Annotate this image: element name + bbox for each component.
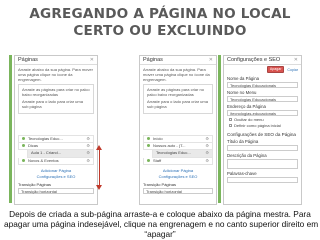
page-row-label: Aula 1 - Criand... bbox=[31, 150, 62, 155]
pages-instructions-box: Arraste as páginas para criar no palco b… bbox=[143, 84, 213, 114]
right-accent-bar bbox=[218, 55, 221, 203]
gear-icon[interactable]: ⚙ bbox=[86, 158, 90, 165]
menu-name-label: Nome no Menu bbox=[227, 90, 257, 95]
delete-page-button[interactable]: Apagar bbox=[266, 66, 285, 73]
pages-links: Adicionar Página Configurações e SEO bbox=[15, 168, 97, 180]
config-panel-title: Configurações e SEO bbox=[227, 57, 281, 63]
caption-line-3: “apagar” bbox=[144, 229, 176, 239]
pages-panel-middle: Páginas ✕ Arraste abaixo da sua página. … bbox=[139, 55, 217, 205]
page-row[interactable]: Nossos auto - (T... ⚙ bbox=[143, 142, 213, 150]
instruction-item: Arraste para o lado para criar uma sub p… bbox=[147, 99, 208, 109]
page-row[interactable]: Tecnologias Educ... ⚙ bbox=[18, 135, 94, 143]
page-dot-icon bbox=[147, 144, 150, 148]
copy-page-link[interactable]: Copiar bbox=[287, 68, 298, 72]
page-row[interactable]: Novos & Eventos ⚙ bbox=[18, 157, 94, 165]
instruction-item: Arraste para o lado para criar uma sub p… bbox=[22, 99, 83, 109]
page-row-label: Dicas bbox=[28, 142, 39, 148]
pages-instructions-box: Arraste as páginas para criar no palco b… bbox=[18, 84, 94, 114]
gear-icon[interactable]: ⚙ bbox=[205, 143, 209, 150]
seo-title-label: Título da Página bbox=[227, 139, 259, 144]
gear-icon[interactable]: ⚙ bbox=[205, 158, 209, 165]
page-row-label: Início bbox=[153, 135, 163, 141]
checkbox-label: Ocultar do menu bbox=[234, 117, 264, 122]
seo-description-input[interactable] bbox=[227, 159, 298, 169]
page-row[interactable]: Dicas ⚙ bbox=[18, 142, 94, 150]
slide: AGREGANDO A PÁGINA NO LOCAL CERTO OU EXC… bbox=[0, 0, 320, 240]
pages-description: Arraste abaixo da sua página. Para mover… bbox=[143, 67, 210, 82]
seo-description-label: Descrição da Página bbox=[227, 153, 267, 158]
config-seo-panel: Configurações e SEO ✕ Apagar Copiar Nome… bbox=[223, 55, 302, 205]
pages-panel-title: Páginas bbox=[18, 57, 38, 63]
title-line-2: CERTO OU EXCLUINDO bbox=[73, 23, 247, 39]
transition-select[interactable]: Transição horizontal bbox=[143, 188, 213, 194]
page-row-selected[interactable]: Aula 1 - Criand... ⚙ bbox=[27, 150, 94, 158]
page-row-label: Staff bbox=[153, 157, 162, 163]
caption-line-1: Depois de criada a sub-página arraste-a … bbox=[9, 209, 311, 219]
slide-caption: Depois de criada a sub-página arraste-a … bbox=[4, 209, 319, 239]
instruction-item: Arraste as páginas para criar no palco b… bbox=[22, 87, 90, 97]
close-icon[interactable]: ✕ bbox=[90, 56, 94, 64]
config-actions: Apagar Copiar bbox=[227, 65, 298, 74]
page-dot-icon bbox=[147, 159, 150, 163]
page-row-label: Novos & Eventos bbox=[28, 157, 59, 163]
gear-icon[interactable]: ⚙ bbox=[86, 150, 90, 157]
transition-select[interactable]: Transição horizontal bbox=[18, 188, 94, 194]
transition-label: Transição Páginas bbox=[143, 182, 176, 187]
hide-from-menu-checkbox[interactable]: Ocultar do menu bbox=[229, 117, 298, 122]
caption-line-2: apagar uma página indesejável, clique na… bbox=[4, 219, 319, 229]
seo-keywords-label: Palavras-chave bbox=[227, 171, 257, 176]
page-dot-icon bbox=[22, 144, 25, 148]
drag-arrow bbox=[98, 150, 100, 186]
seo-section-title: Configurações de SEO da Página bbox=[227, 132, 296, 137]
page-address-label: Endereço da Página bbox=[227, 104, 266, 109]
gear-icon[interactable]: ⚙ bbox=[86, 136, 90, 143]
pages-panel-header: Páginas ✕ bbox=[15, 56, 97, 65]
page-row-label: Tecnologias Educ... bbox=[28, 135, 63, 141]
left-accent-bar bbox=[9, 55, 12, 203]
instruction-item: Arraste as páginas para criar no palco b… bbox=[147, 87, 204, 97]
pages-description: Arraste abaixo da sua página. Para mover… bbox=[18, 67, 93, 82]
title-line-1: AGREGANDO A PÁGINA NO LOCAL bbox=[29, 6, 291, 22]
pages-links: Adicionar Página Configurações e SEO bbox=[140, 168, 216, 180]
page-row[interactable]: Staff ⚙ bbox=[143, 157, 213, 165]
pages-panel-title: Páginas bbox=[143, 57, 163, 63]
page-dot-icon bbox=[22, 159, 25, 163]
page-row-label: Nossos auto - (T... bbox=[153, 142, 186, 148]
config-panel-header: Configurações e SEO ✕ bbox=[224, 56, 301, 65]
page-name-label: Nome da Página bbox=[227, 76, 260, 81]
page-address-input[interactable]: /tecnologias-educacionais bbox=[227, 110, 298, 116]
checkbox-icon bbox=[229, 118, 232, 121]
pages-panel-left: Páginas ✕ Arraste abaixo da sua página. … bbox=[14, 55, 98, 205]
page-dot-icon bbox=[147, 137, 150, 141]
page-row-selected[interactable]: Tecnologias Educ... ⚙ bbox=[152, 150, 213, 158]
close-icon[interactable]: ✕ bbox=[294, 56, 298, 64]
pages-panel-header: Páginas ✕ bbox=[140, 56, 216, 65]
checkbox-icon bbox=[229, 124, 232, 127]
close-icon[interactable]: ✕ bbox=[209, 56, 213, 64]
seo-keywords-input[interactable] bbox=[227, 177, 298, 183]
slide-title: AGREGANDO A PÁGINA NO LOCAL CERTO OU EXC… bbox=[0, 6, 320, 40]
gear-icon[interactable]: ⚙ bbox=[205, 150, 209, 157]
transition-label: Transição Páginas bbox=[18, 182, 51, 187]
page-row[interactable]: Início ⚙ bbox=[143, 135, 213, 143]
gear-icon[interactable]: ⚙ bbox=[205, 136, 209, 143]
gear-icon[interactable]: ⚙ bbox=[86, 143, 90, 150]
page-dot-icon bbox=[22, 137, 25, 141]
checkbox-label: Definir como página inicial bbox=[234, 123, 281, 128]
arrow-down-icon bbox=[96, 185, 102, 190]
page-row-label: Tecnologias Educ... bbox=[156, 150, 191, 155]
